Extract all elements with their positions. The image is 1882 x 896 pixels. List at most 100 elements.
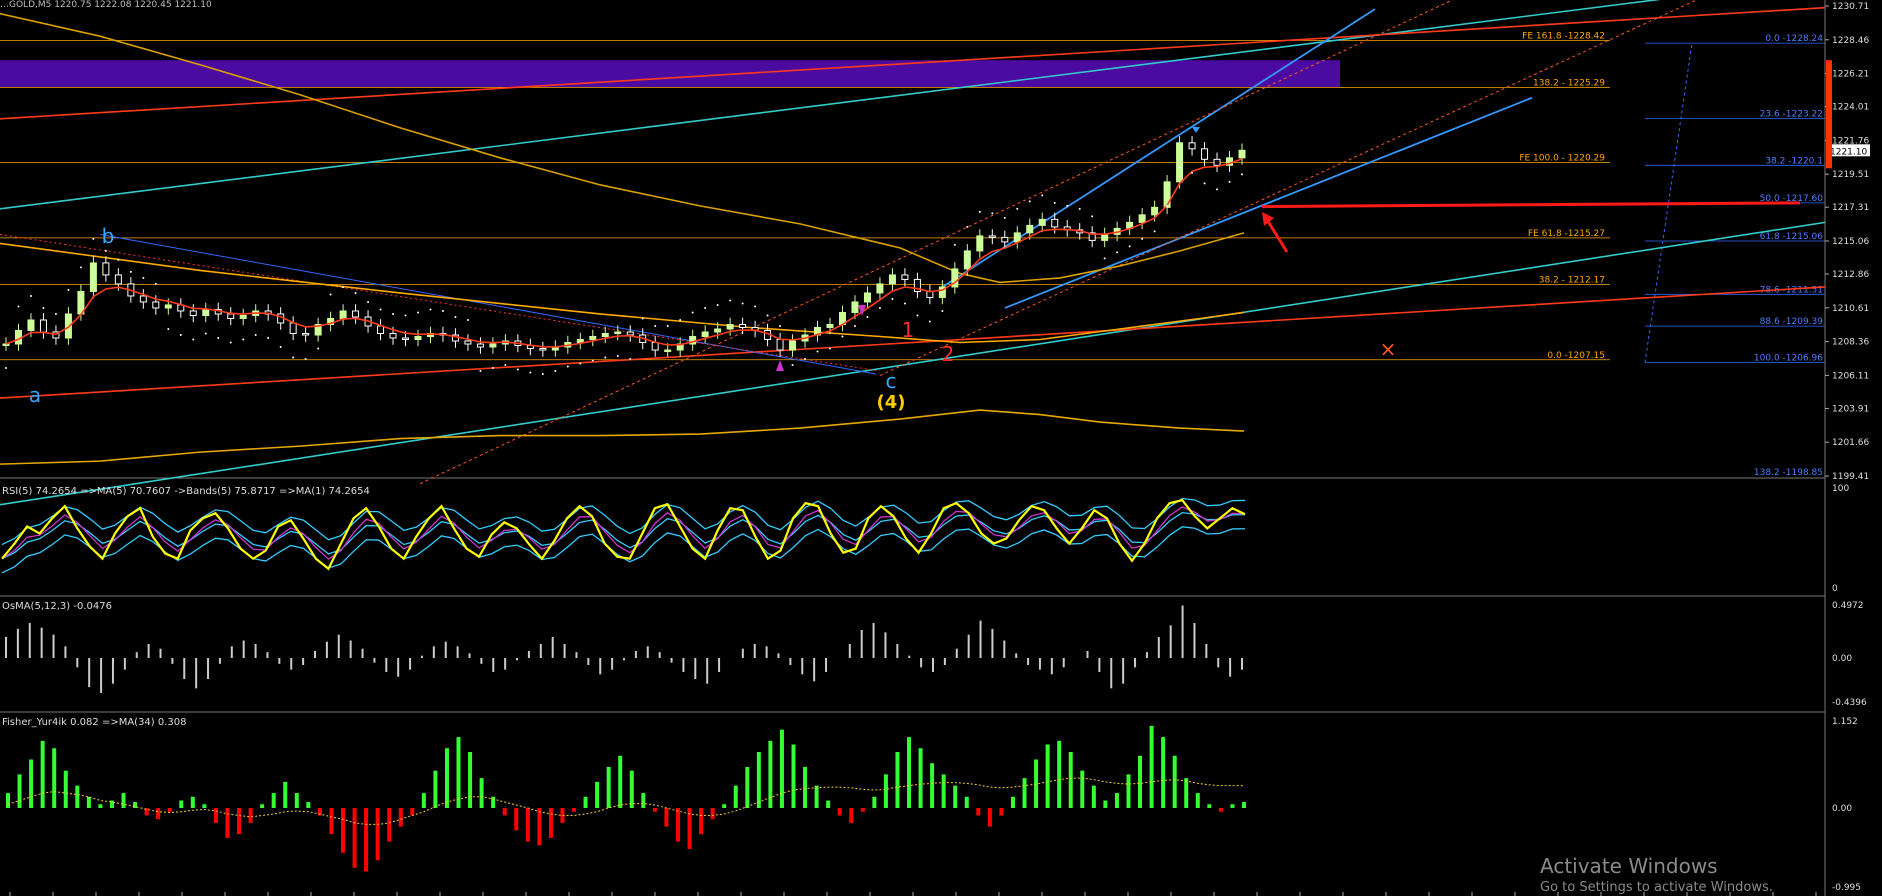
wave-label-6: 2 xyxy=(942,342,955,366)
candle-body xyxy=(576,339,584,344)
candle-body xyxy=(476,343,484,348)
candle-body xyxy=(339,310,347,319)
rsi-axis-label: 0 xyxy=(1832,584,1838,594)
candle-body xyxy=(189,310,197,316)
sar-dot xyxy=(329,293,332,296)
sar-dot xyxy=(966,225,969,228)
candle-body xyxy=(414,336,422,341)
sar-dot xyxy=(591,359,594,362)
sar-dot xyxy=(404,314,407,317)
sar-dot xyxy=(529,371,532,374)
sar-dot xyxy=(916,314,919,317)
sar-dot xyxy=(1178,165,1181,168)
candle-body xyxy=(826,323,834,328)
sar-dot xyxy=(367,300,370,303)
activation-watermark-title: Activate Windows xyxy=(1540,854,1718,878)
sar-dot xyxy=(1066,204,1069,207)
wave-label-2: b xyxy=(102,224,115,248)
osma-indicator-label: OsMA(5,12,3) -0.0476 xyxy=(2,601,112,612)
price-axis-label: 1219.51 xyxy=(1832,170,1869,180)
retracement-level-label: 0.0 -1228.24 xyxy=(1765,34,1823,44)
sar-dot xyxy=(54,312,57,315)
sar-dot xyxy=(641,317,644,320)
trend-line-red-lower xyxy=(0,286,1826,399)
sar-dot xyxy=(766,314,769,317)
retracement-level-label: 138.2 -1198.85 xyxy=(1754,468,1823,478)
sar-dot xyxy=(604,356,607,359)
sar-dot xyxy=(754,305,757,308)
candle-body xyxy=(1151,206,1159,216)
sar-dot xyxy=(1028,200,1031,203)
orange-dashed-line-b xyxy=(879,0,1698,376)
price-axis-label: 1224.01 xyxy=(1832,103,1869,113)
sar-dot xyxy=(516,368,519,371)
trend-line-cyan-lower xyxy=(0,221,1826,506)
price-axis-label: 1212.86 xyxy=(1832,270,1869,280)
sar-dot xyxy=(204,332,207,335)
sar-dot xyxy=(1116,251,1119,254)
fib-level-label: 0.0 -1207.15 xyxy=(1547,351,1605,361)
sar-dot xyxy=(841,335,844,338)
candle-body xyxy=(302,332,310,336)
candle-body xyxy=(239,314,247,319)
candle-body xyxy=(776,339,784,351)
trading-chart[interactable]: FE 161.8 -1228.42 138.2 - 1225.29 FE 100.0… xyxy=(0,0,1882,896)
sar-dot xyxy=(829,347,831,350)
candle-body xyxy=(614,331,622,334)
fib-level-label: 38.2 - 1212.17 xyxy=(1539,275,1605,285)
sar-dot xyxy=(104,249,107,252)
sar-dot xyxy=(704,306,707,309)
sar-dot xyxy=(1191,171,1194,174)
sar-dot xyxy=(1203,182,1206,185)
sar-dot xyxy=(417,311,419,314)
sar-dot xyxy=(279,346,282,349)
sar-dot xyxy=(491,367,494,370)
price-axis-label: 1215.06 xyxy=(1832,237,1869,247)
sar-dot xyxy=(953,243,956,246)
wave-label-1: a xyxy=(29,383,41,407)
candle-body xyxy=(227,313,235,319)
candle-body xyxy=(988,235,996,238)
candle-body xyxy=(27,319,35,331)
sar-dot xyxy=(29,294,32,297)
sar-dot xyxy=(429,308,432,311)
candle-body xyxy=(539,348,547,351)
sar-dot xyxy=(554,370,557,373)
sar-dot xyxy=(853,324,856,327)
sar-dot xyxy=(666,324,669,327)
sar-dot xyxy=(479,370,482,373)
candle-body xyxy=(1051,218,1059,228)
sar-dot xyxy=(1241,173,1243,176)
candle-body xyxy=(1163,181,1171,208)
sar-dot xyxy=(1128,245,1131,248)
candle-body xyxy=(739,323,747,328)
sar-dot xyxy=(229,341,232,344)
candle-body xyxy=(876,283,884,294)
candle-body xyxy=(901,274,909,280)
sar-dot xyxy=(928,320,931,323)
sar-dot xyxy=(1041,194,1044,197)
sar-dot xyxy=(891,297,894,300)
sar-dot xyxy=(729,299,732,302)
price-axis-label: 1210.61 xyxy=(1832,304,1869,314)
candle-body xyxy=(402,337,410,341)
candle-body xyxy=(976,235,984,252)
wave-label-7: × xyxy=(1380,337,1397,361)
sar-dot xyxy=(217,337,220,340)
candle-body xyxy=(701,331,709,338)
sar-dot xyxy=(1053,201,1056,204)
candle-body xyxy=(888,274,896,285)
wave-label-4: (4) xyxy=(877,392,906,413)
sar-dot xyxy=(679,318,682,321)
candle-body xyxy=(1238,149,1246,159)
fib-level-label: FE 61.8 -1215.27 xyxy=(1528,229,1605,239)
sar-dot xyxy=(466,318,469,321)
fast-ema-line xyxy=(5,158,1243,348)
candle-body xyxy=(963,250,971,270)
sar-dot xyxy=(179,334,182,336)
candle-body xyxy=(1038,218,1046,226)
channel-line-lower xyxy=(1004,96,1533,309)
rsi-indicator-label: RSI(5) 74.2654 =>MA(5) 70.7607 ->Bands(5… xyxy=(2,486,370,497)
candle-body xyxy=(89,262,97,292)
retracement-level-label: 100.0 -1206.96 xyxy=(1754,354,1823,364)
